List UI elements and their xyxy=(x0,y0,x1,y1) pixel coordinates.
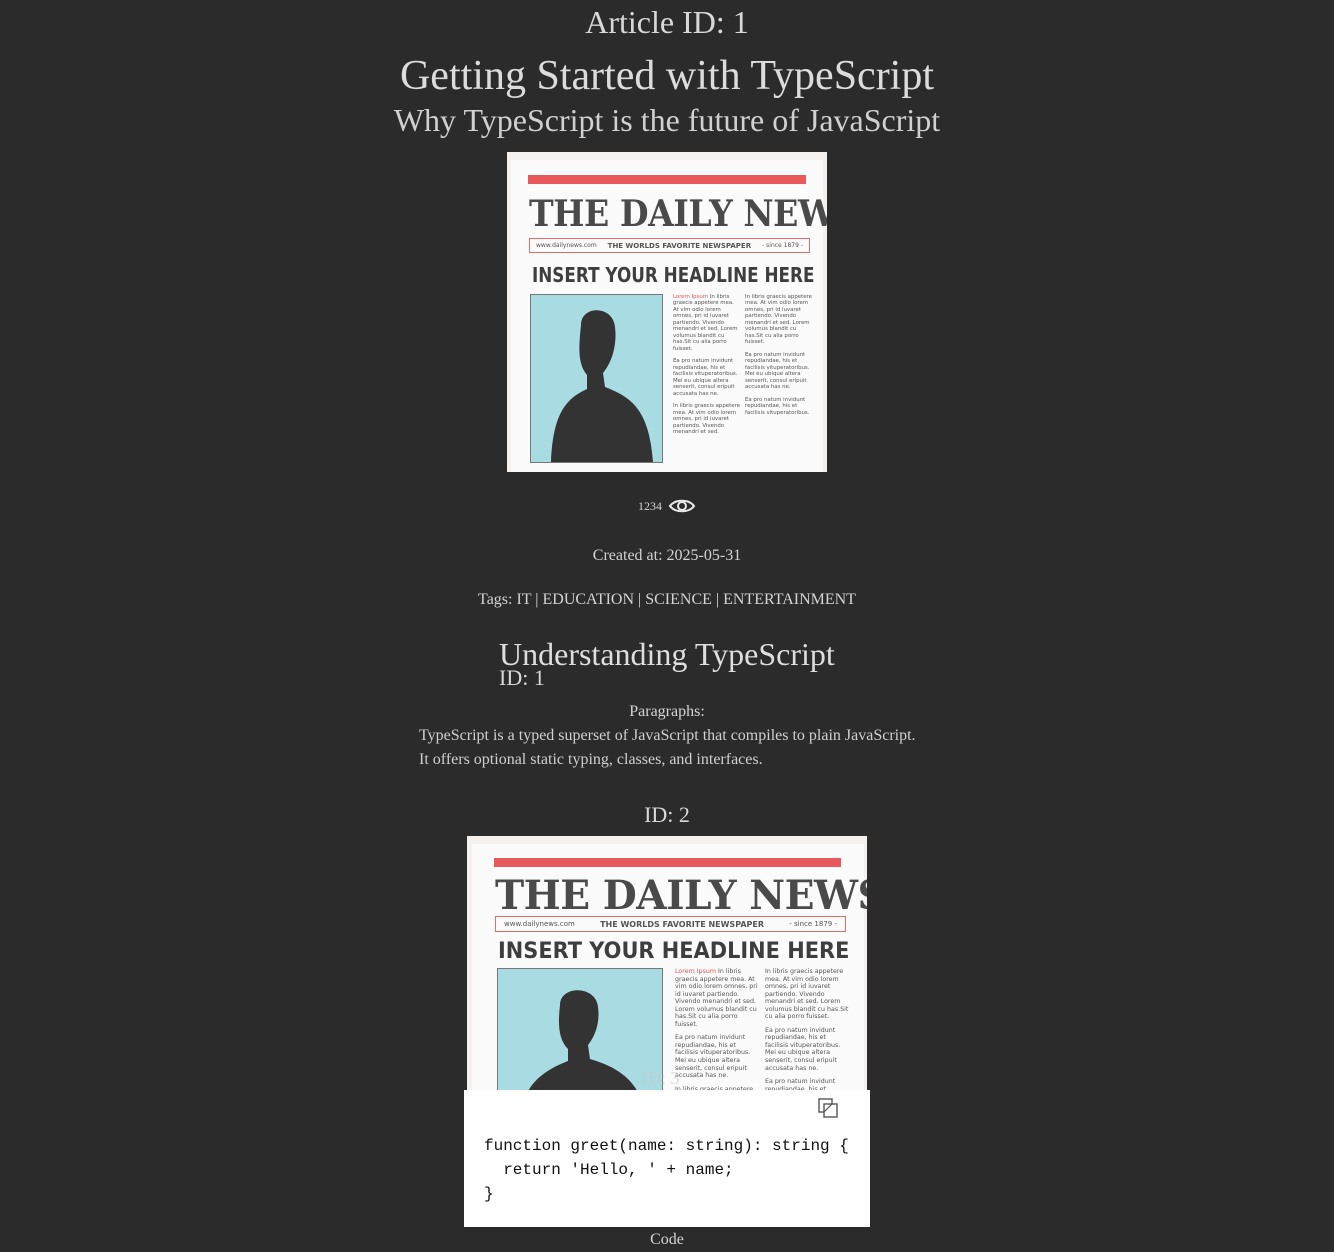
tags-line: Tags: IT | EDUCATION | SCIENCE | ENTERTA… xyxy=(478,591,856,608)
article-image: THE DAILY NEWS www.dailynews.com THE WOR… xyxy=(507,152,827,472)
section-id: ID: 2 xyxy=(644,802,690,827)
column-text: In libris graecis appetere mea. At vim o… xyxy=(765,968,849,1021)
code-label: Code xyxy=(650,1231,684,1248)
silhouette-icon xyxy=(528,990,637,1090)
views-count: 1234 xyxy=(638,498,662,513)
section-title: Understanding TypeScript xyxy=(499,636,835,672)
tags-label: Tags: xyxy=(478,591,513,608)
copy-icon xyxy=(818,1098,838,1118)
paragraph: It offers optional static typing, classe… xyxy=(419,751,763,768)
column-text: In libris graecis appetere mea. At vim o… xyxy=(675,968,758,1028)
article-title: Getting Started with TypeScript xyxy=(399,53,935,99)
newspaper-masthead: THE DAILY NEWS xyxy=(529,193,827,235)
section-id: ID: 3 xyxy=(642,1068,680,1088)
column-lead: Lorem Ipsum xyxy=(673,294,709,300)
column-text: Ea pro natum invidunt repudiandae, his e… xyxy=(673,358,738,397)
tag-item: EDUCATION xyxy=(542,591,635,608)
newspaper-tagline: THE WORLDS FAVORITE NEWSPAPER xyxy=(600,919,764,929)
column-text: In libris graecis appetere mea. At vim o… xyxy=(673,294,738,352)
tag-item: IT xyxy=(516,591,532,608)
article-id: Article ID: 1 xyxy=(585,4,749,40)
code-text: function greet(name: string): string { r… xyxy=(484,1137,849,1203)
newspaper-headline: INSERT YOUR HEADLINE HERE xyxy=(532,263,815,287)
created-date: Created at: 2025-05-31 xyxy=(592,547,742,564)
newspaper-column-2: In libris graecis appetere mea. At vim o… xyxy=(745,294,815,422)
eye-icon xyxy=(668,499,696,513)
silhouette-icon xyxy=(551,310,653,462)
paragraph: TypeScript is a typed superset of JavaSc… xyxy=(419,727,916,744)
section-id: ID: 1 xyxy=(499,665,545,690)
article-subtitle: Why TypeScript is the future of JavaScri… xyxy=(393,102,941,138)
code-block: function greet(name: string): string { r… xyxy=(464,1090,870,1227)
column-text: Ea pro natum invidunt repudiandae, his e… xyxy=(675,1034,751,1080)
tag-item: SCIENCE xyxy=(645,591,712,608)
column-lead: Lorem Ipsum xyxy=(675,968,716,975)
silhouette-photo xyxy=(497,968,663,1090)
newspaper-masthead: THE DAILY NEWS xyxy=(495,872,867,919)
tag-item: ENTERTAINMENT xyxy=(723,591,856,608)
newspaper-since: - since 1879 - xyxy=(762,242,803,249)
column-text: In libris graecis appetere mea. At vim o… xyxy=(745,294,812,346)
newspaper-site: www.dailynews.com xyxy=(536,242,597,249)
newspaper-strip: www.dailynews.com THE WORLDS FAVORITE NE… xyxy=(529,238,810,253)
column-text: In libris graecis appetere mea. At vim o… xyxy=(673,403,740,436)
newspaper-column-1: Lorem Ipsum In libris graecis appetere m… xyxy=(673,294,741,442)
newspaper-tagline: THE WORLDS FAVORITE NEWSPAPER xyxy=(607,241,752,250)
column-text: Ea pro natum invidunt repudiandae, his e… xyxy=(745,351,810,391)
paragraphs-label: Paragraphs: xyxy=(629,703,705,720)
newspaper-strip: www.dailynews.com THE WORLDS FAVORITE NE… xyxy=(495,916,846,932)
column-text: Ea pro natum invidunt repudiandae, his e… xyxy=(765,1026,841,1072)
silhouette-photo xyxy=(530,294,663,463)
column-text: Ea pro natum invidunt repudiandae, his e… xyxy=(745,396,810,416)
newspaper-site: www.dailynews.com xyxy=(504,920,575,928)
newspaper-column-2: In libris graecis appetere mea. At vim o… xyxy=(765,968,851,1090)
newspaper-column-1: Lorem Ipsum In libris graecis appetere m… xyxy=(675,968,759,1090)
views-counter: 1234 xyxy=(0,496,1334,516)
copy-button[interactable] xyxy=(816,1096,840,1120)
section-image: THE DAILY NEWS www.dailynews.com THE WOR… xyxy=(467,836,867,1090)
column-text: Ea pro natum invidunt repudiandae, his e… xyxy=(765,1078,836,1090)
newspaper-headline: INSERT YOUR HEADLINE HERE xyxy=(498,939,850,964)
newspaper-since: - since 1879 - xyxy=(789,920,837,928)
